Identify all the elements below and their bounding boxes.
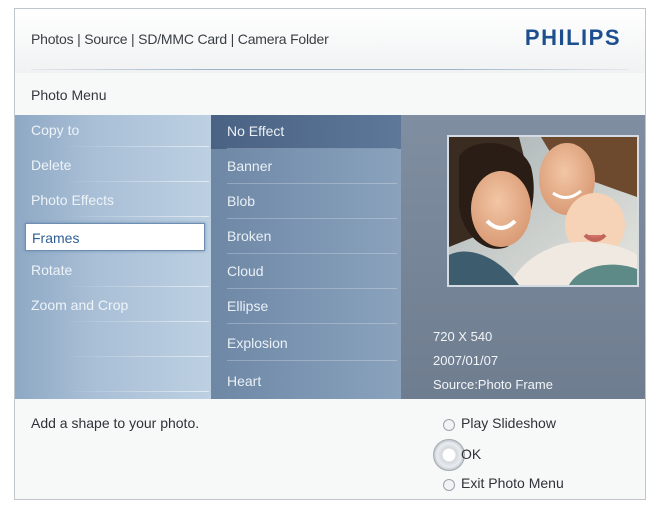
divider	[227, 183, 397, 184]
menu-item-label: Rotate	[31, 262, 73, 278]
frame-option-label: Cloud	[227, 263, 264, 279]
divider	[61, 286, 209, 287]
frame-option-banner[interactable]: Banner	[227, 150, 397, 184]
brand-logo: PHILIPS	[524, 25, 621, 50]
menu-item-empty	[31, 360, 209, 394]
divider	[227, 253, 397, 254]
divider	[227, 218, 397, 219]
exit-menu-radio-icon[interactable]	[443, 479, 455, 491]
play-slideshow-label[interactable]: Play Slideshow	[461, 415, 556, 431]
menu-item-label: Copy to	[31, 122, 80, 138]
frames-list: No Effect Banner Blob Broken Cloud Ellip…	[211, 115, 401, 399]
frame-option-broken[interactable]: Broken	[227, 220, 397, 254]
menu-item-delete[interactable]: Delete	[31, 150, 209, 184]
photo-menu-list: Copy to Delete Photo Effects Frames Rota…	[15, 115, 211, 399]
photo-frame-screen: Photos | Source | SD/MMC Card | Camera F…	[14, 8, 646, 500]
menu-item-label: Photo Effects	[31, 192, 115, 208]
frame-option-label: Ellipse	[227, 298, 269, 314]
frame-option-label: No Effect	[227, 123, 285, 139]
frame-option-blob[interactable]: Blob	[227, 185, 397, 219]
frame-option-heart[interactable]: Heart	[227, 365, 397, 399]
header-divider	[31, 69, 629, 70]
frame-option-label: Banner	[227, 158, 273, 174]
menu-item-photo-effects[interactable]: Photo Effects	[31, 185, 209, 219]
photo-source: Source:Photo Frame	[433, 377, 553, 392]
preview-panel: 720 X 540 2007/01/07 Source:Photo Frame	[401, 115, 645, 399]
divider	[61, 146, 209, 147]
menu-item-rotate[interactable]: Rotate	[31, 255, 209, 289]
menu-item-frames[interactable]: Frames	[25, 223, 205, 251]
help-text: Add a shape to your photo.	[31, 415, 200, 431]
frame-option-label: Heart	[227, 373, 262, 389]
divider	[61, 391, 209, 392]
menu-item-copy-to[interactable]: Copy to	[31, 115, 209, 149]
divider	[61, 356, 209, 357]
header: Photos | Source | SD/MMC Card | Camera F…	[15, 9, 645, 73]
menu-item-empty	[31, 325, 209, 359]
app-frame: Photos | Source | SD/MMC Card | Camera F…	[0, 0, 659, 506]
ok-label[interactable]: OK	[461, 446, 481, 462]
divider	[227, 148, 397, 149]
photo-resolution: 720 X 540	[433, 329, 493, 344]
menu-item-label: Delete	[31, 157, 72, 173]
family-photo-image	[449, 137, 637, 285]
main-panel: Copy to Delete Photo Effects Frames Rota…	[15, 115, 645, 399]
frame-option-label: Explosion	[227, 335, 288, 351]
divider	[227, 323, 397, 324]
play-slideshow-radio-icon[interactable]	[443, 419, 455, 431]
divider	[227, 288, 397, 289]
frame-option-cloud[interactable]: Cloud	[227, 255, 397, 289]
page-title: Photo Menu	[31, 87, 107, 103]
menu-item-label: Frames	[32, 230, 80, 246]
frame-option-label: Blob	[227, 193, 256, 209]
exit-photo-menu-label[interactable]: Exit Photo Menu	[461, 475, 564, 491]
divider	[227, 360, 397, 361]
divider	[61, 216, 209, 217]
divider	[61, 181, 209, 182]
photo-preview	[447, 135, 639, 287]
photo-date: 2007/01/07	[433, 353, 499, 368]
frame-option-ellipse[interactable]: Ellipse	[227, 290, 397, 324]
frame-option-no-effect[interactable]: No Effect	[227, 115, 397, 149]
breadcrumb: Photos | Source | SD/MMC Card | Camera F…	[31, 31, 329, 47]
frame-option-explosion[interactable]: Explosion	[227, 327, 397, 361]
menu-item-label: Zoom and Crop	[31, 297, 129, 313]
menu-item-zoom-and-crop[interactable]: Zoom and Crop	[31, 290, 209, 324]
frame-option-label: Broken	[227, 228, 272, 244]
divider	[61, 321, 209, 322]
